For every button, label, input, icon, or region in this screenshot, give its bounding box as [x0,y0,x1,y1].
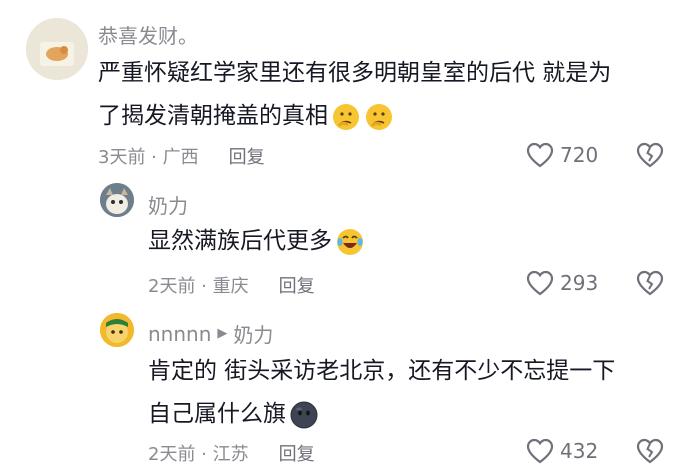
broken-heart-icon[interactable] [636,142,664,168]
time-location: 2天前 · 江苏 [148,444,249,465]
comment-text: 肯定的 街头采访老北京，还有不少不忘提一下 自己属什么旗 [148,350,615,436]
broken-heart-icon[interactable] [636,270,664,296]
like-count: 293 [560,271,599,295]
heart-icon [526,438,554,464]
comment-meta: 2天前 · 重庆 回复 [148,272,315,298]
comment-username[interactable]: nnnnn [148,322,211,346]
like-button[interactable]: 293 [526,270,598,296]
dark-face-emoji [289,400,319,430]
comment-username[interactable]: 奶力 [148,190,188,219]
avatar[interactable] [100,313,134,347]
heart-icon [526,270,554,296]
reply-arrow-icon: ▶ [217,326,228,341]
comment-text: 显然满族后代更多 [148,220,365,263]
comment-line: 严重怀疑红学家里还有很多明朝皇室的后代 就是为 [98,60,612,86]
like-count: 720 [560,143,599,167]
reply-button[interactable]: 回复 [279,272,315,298]
comment-username[interactable]: 恭喜发财。 [98,20,198,49]
reply-button[interactable]: 回复 [229,143,265,169]
avatar[interactable] [100,183,134,217]
comment-line: 肯定的 街头采访老北京，还有不少不忘提一下 [148,358,616,384]
avatar[interactable] [26,18,88,80]
time-location: 3天前 · 广西 [98,147,199,168]
comment-meta: 2天前 · 江苏 回复 [148,440,315,466]
like-button[interactable]: 720 [526,142,598,168]
comment-line-with-emoji: 显然满族后代更多 [148,220,365,263]
time-location: 2天前 · 重庆 [148,276,249,297]
comment-line: 了揭发清朝掩盖的真相 [98,103,328,129]
comment-meta: 3天前 · 广西 回复 [98,143,265,169]
thinking-face-emoji [331,102,361,132]
laughing-tears-emoji [335,227,365,257]
comment-text: 严重怀疑红学家里还有很多明朝皇室的后代 就是为 了揭发清朝掩盖的真相 [98,52,611,138]
like-count: 432 [560,439,599,463]
comment-line: 自己属什么旗 [148,401,286,427]
comment-line-with-emoji: 了揭发清朝掩盖的真相 [98,95,611,138]
reply-to-username[interactable]: 奶力 [233,319,273,348]
thinking-face-emoji [364,102,394,132]
comment-line-with-emoji: 自己属什么旗 [148,393,615,436]
broken-heart-icon[interactable] [636,438,664,464]
heart-icon [526,142,554,168]
like-button[interactable]: 432 [526,438,598,464]
comment-username-reply: nnnnn ▶ 奶力 [148,319,273,348]
reply-button[interactable]: 回复 [279,440,315,466]
comment-line: 显然满族后代更多 [148,228,332,254]
